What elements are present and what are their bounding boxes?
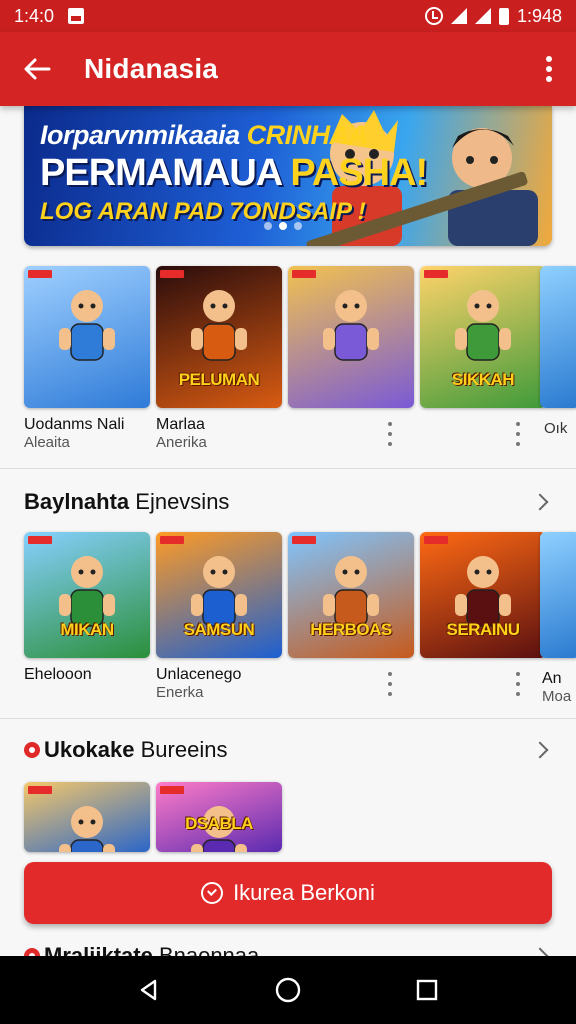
game-card[interactable]: HERBOAS — [288, 532, 414, 666]
game-card[interactable]: DSABLA — [156, 782, 282, 852]
divider — [0, 468, 576, 469]
more-icon-row2-a[interactable] — [388, 672, 394, 696]
banner-line-1: Iorparvnmikaaia CRINHAA — [40, 120, 368, 150]
new-tag-icon — [28, 536, 52, 544]
page-title: Nidanasia — [84, 53, 219, 84]
game-card[interactable]: SIKKAH — [420, 266, 546, 416]
status-time-right: 1:948 — [516, 5, 562, 26]
app-bar: Nidanasia — [0, 32, 576, 106]
game-thumbnail[interactable]: MIKAN — [24, 532, 150, 658]
new-tag-icon — [160, 270, 184, 278]
new-tag-icon — [292, 270, 316, 278]
signal-icon — [450, 8, 467, 24]
row2-overflow-sub: Moa — [542, 688, 572, 705]
chevron-right-icon — [531, 947, 549, 956]
nav-recents-icon[interactable] — [407, 970, 447, 1010]
character-illustration — [59, 290, 115, 361]
game-thumbnail-partial[interactable] — [540, 532, 576, 658]
game-thumbnail[interactable]: PELUMAN — [156, 266, 282, 408]
character-illustration — [191, 290, 247, 361]
signal-icon-2 — [474, 8, 491, 24]
game-card[interactable]: SERAINU — [420, 532, 546, 666]
game-region: Enerka — [156, 684, 204, 701]
section-header-2[interactable]: Ukokake Bureeins — [24, 730, 552, 770]
chevron-right-icon — [531, 741, 549, 759]
game-thumbnail[interactable]: SERAINU — [420, 532, 546, 658]
live-icon — [24, 948, 40, 956]
game-thumbnail[interactable] — [24, 782, 150, 852]
back-arrow-icon[interactable] — [20, 52, 54, 86]
section-title-2: Ukokake Bureeins — [44, 737, 228, 762]
new-tag-icon — [424, 270, 448, 278]
character-illustration — [455, 290, 511, 361]
row1-overflow-label: Oık — [544, 420, 568, 437]
new-tag-icon — [424, 536, 448, 544]
carousel-dots[interactable] — [264, 222, 302, 230]
system-nav-bar — [0, 956, 576, 1024]
new-tag-icon — [160, 786, 184, 794]
section-header-1[interactable]: Baylnahta Ejnevsins — [24, 482, 552, 522]
game-title: Uodanms Nali — [24, 416, 125, 433]
game-thumbnail-partial[interactable] — [540, 266, 576, 408]
new-tag-icon — [160, 536, 184, 544]
alarm-icon — [424, 7, 443, 25]
game-title: Marlaa — [156, 416, 205, 433]
primary-cta-button[interactable]: Ikurea Berkoni — [24, 862, 552, 924]
game-logo-text: MIKAN — [60, 620, 114, 639]
game-card[interactable] — [24, 782, 150, 852]
nav-back-icon[interactable] — [129, 970, 169, 1010]
character-illustration — [59, 806, 115, 852]
game-logo-text: SAMSUN — [183, 620, 255, 639]
banner-line-2: PERMAMAUA PASHA! — [40, 152, 428, 194]
live-icon — [24, 742, 40, 758]
game-logo-text: SIKKAH — [451, 370, 515, 389]
game-thumbnail[interactable]: SAMSUN — [156, 532, 282, 658]
shield-check-icon — [201, 882, 224, 904]
new-tag-icon — [28, 786, 52, 794]
more-options-icon[interactable] — [542, 54, 556, 84]
game-logo-text: PELUMAN — [178, 370, 260, 389]
image-notification-icon — [68, 8, 85, 24]
game-card[interactable]: SAMSUN Unlacenego Enerka — [156, 532, 282, 701]
status-bar: 1:4:0 1:948 — [0, 0, 576, 32]
game-card[interactable] — [288, 266, 414, 416]
character-illustration — [323, 290, 379, 361]
promo-banner[interactable]: Iorparvnmikaaia CRINHAA PERMAMAUA PASHA!… — [24, 106, 552, 246]
more-icon-row1-b[interactable] — [516, 422, 522, 446]
game-thumbnail[interactable] — [288, 266, 414, 408]
game-thumbnail[interactable] — [24, 266, 150, 408]
game-card[interactable]: MIKAN Ehelooon — [24, 532, 150, 684]
main-content[interactable]: Iorparvnmikaaia CRINHAA PERMAMAUA PASHA!… — [0, 106, 576, 956]
cta-label: Ikurea Berkoni — [233, 880, 375, 905]
status-time-left: 1:4:0 — [14, 5, 55, 26]
game-logo-text: DSABLA — [185, 814, 253, 833]
row2-overflow-name: An — [542, 670, 562, 687]
section-title-1: Baylnahta Ejnevsins — [24, 489, 230, 514]
section-header-3[interactable]: Mraliiktate Bnaonnaa — [24, 936, 552, 956]
game-logo-text: HERBOAS — [310, 620, 392, 639]
game-title: Unlacenego — [156, 666, 242, 683]
game-thumbnail[interactable]: HERBOAS — [288, 532, 414, 658]
more-icon-row2-b[interactable] — [516, 672, 522, 696]
game-thumbnail[interactable]: SIKKAH — [420, 266, 546, 408]
game-logo-text: SERAINU — [446, 620, 520, 639]
game-thumbnail[interactable]: DSABLA — [156, 782, 282, 852]
nav-home-icon[interactable] — [268, 970, 308, 1010]
battery-icon — [498, 7, 509, 25]
section-title-3: Mraliiktate Bnaonnaa — [44, 943, 260, 956]
banner-line-3: LOG ARAN PAD 7ONDSAIP ! — [40, 198, 366, 225]
more-icon-row1-a[interactable] — [388, 422, 394, 446]
chevron-right-icon — [531, 493, 549, 511]
game-region: Anerika — [156, 434, 207, 451]
divider — [0, 718, 576, 719]
game-card[interactable]: PELUMAN Marlaa Anerika — [156, 266, 282, 451]
game-card[interactable]: Uodanms Nali Aleaita — [24, 266, 150, 451]
game-region: Aleaita — [24, 434, 70, 451]
new-tag-icon — [292, 536, 316, 544]
new-tag-icon — [28, 270, 52, 278]
game-title: Ehelooon — [24, 666, 92, 683]
